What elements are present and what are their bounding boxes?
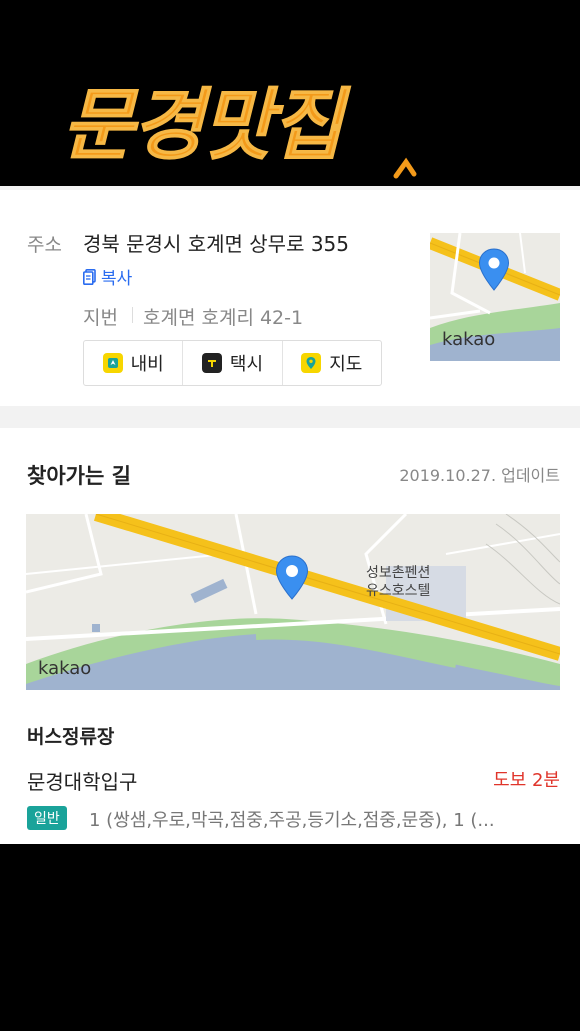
taxi-icon <box>201 353 222 373</box>
map-label: 지도 <box>329 354 363 375</box>
route-title: 찾아가는 길 <box>27 464 131 488</box>
jibeon-address: 호계면 호계리 42-1 <box>143 307 304 329</box>
route-section: 찾아가는 길 2019.10.27. 업데이트 성보촌펜션 유스호스텔 kaka… <box>0 428 580 844</box>
action-button-group: 내비 택시 지도 <box>83 340 382 386</box>
map-button[interactable]: 지도 <box>283 341 381 385</box>
mini-map[interactable]: kakao <box>430 233 560 361</box>
kakao-logo: kakao <box>38 658 92 679</box>
location-pin-icon <box>275 555 309 600</box>
navi-label: 내비 <box>130 354 164 375</box>
taxi-button[interactable]: 택시 <box>183 341 283 385</box>
copy-icon <box>83 268 96 285</box>
bus-stop-name[interactable]: 문경대학입구 <box>27 766 137 795</box>
bus-route-list[interactable]: 1 (쌍샘,우로,막곡,점중,주공,등기소,점중,문중), 1 (... <box>89 806 495 832</box>
map-place-label-line2: 유스호스텔 <box>366 583 431 599</box>
address-label: 주소 <box>27 234 62 256</box>
walk-time: 도보 2분 <box>493 770 560 791</box>
copy-label: 복사 <box>101 269 133 289</box>
taxi-label: 택시 <box>229 354 264 375</box>
update-date: 2019.10.27. 업데이트 <box>399 466 560 485</box>
address-section: 주소 경북 문경시 호계면 상무로 355 복사 지번 호계면 호계리 42-1 <box>0 190 580 406</box>
map-place-label: 성보촌펜션 유스호스텔 <box>366 564 430 600</box>
top-banner: 문경맛집 <box>0 0 580 186</box>
brand-title-text: 문경맛집 <box>62 80 351 171</box>
place-card: 주소 경북 문경시 호계면 상무로 355 복사 지번 호계면 호계리 42-1 <box>0 186 580 844</box>
jibeon-label: 지번 <box>83 307 118 329</box>
map-place-label-line1: 성보촌펜션 <box>366 565 431 581</box>
navi-button[interactable]: 내비 <box>84 341 184 385</box>
navi-icon <box>102 353 123 373</box>
route-map[interactable]: 성보촌펜션 유스호스텔 kakao <box>26 514 560 690</box>
copy-button[interactable]: 복사 <box>83 264 132 289</box>
kakao-logo: kakao <box>442 329 496 350</box>
brand-title-logo: 문경맛집 <box>61 79 417 179</box>
divider <box>132 307 133 323</box>
location-pin-icon <box>478 248 510 291</box>
bus-type-badge: 일반 <box>27 806 67 830</box>
road-address: 경북 문경시 호계면 상무로 355 <box>83 232 350 256</box>
bus-stop-heading: 버스정류장 <box>27 726 115 748</box>
map-pin-icon <box>301 353 322 373</box>
